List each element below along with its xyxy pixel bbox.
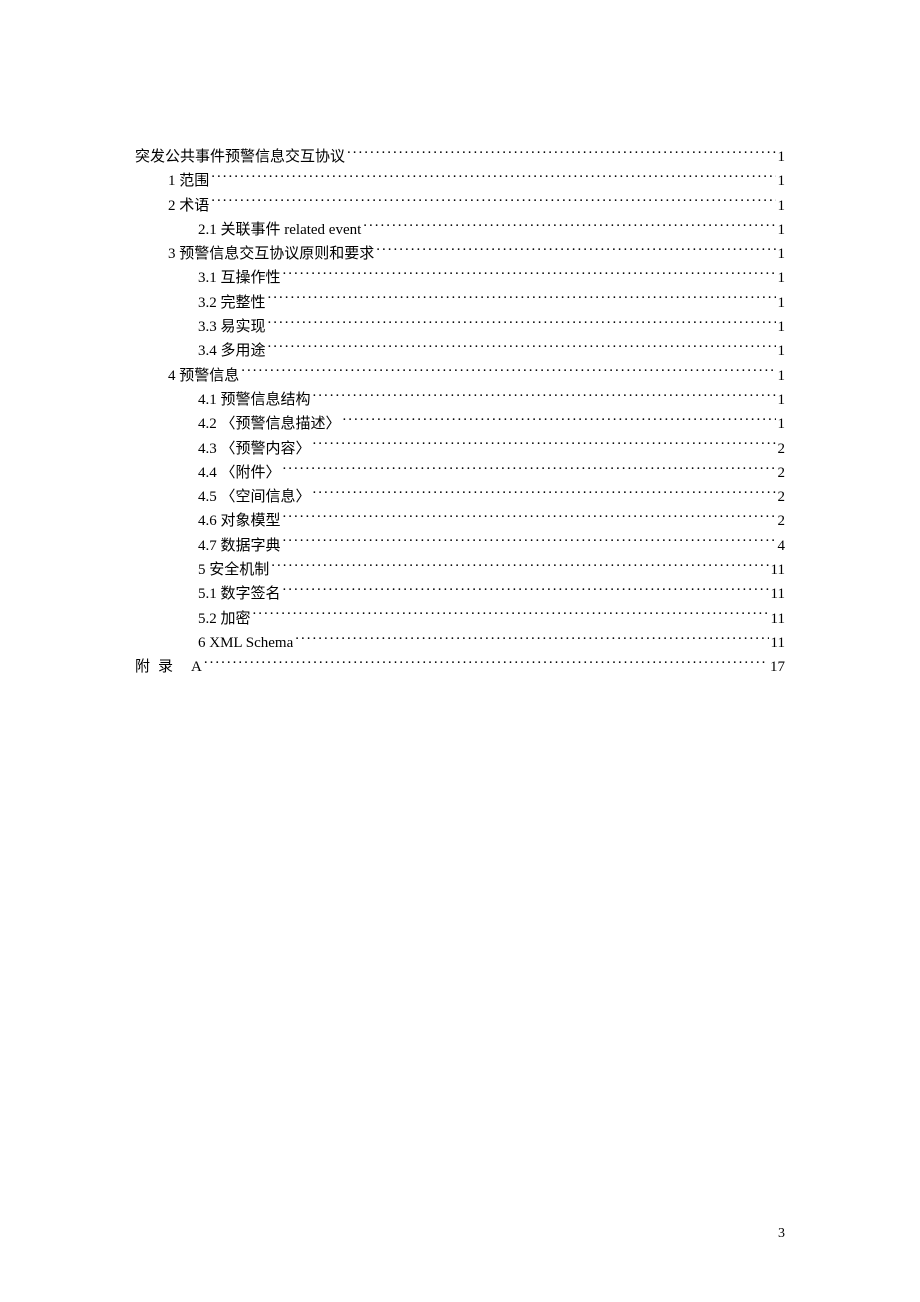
toc-leader-dots (204, 656, 768, 671)
page-number: 3 (778, 1226, 785, 1242)
toc-leader-dots (376, 243, 775, 258)
toc-entry-page: 1 (778, 266, 786, 290)
toc-entry-page: 1 (778, 339, 786, 363)
appendix-prefix: 附录 (135, 655, 181, 679)
toc-entry-label: 4.6 对象模型 (198, 509, 281, 533)
table-of-contents: 突发公共事件预警信息交互协议 1 1 范围 12 术语 12.1 关联事件 re… (135, 145, 785, 680)
toc-entry: 4.3 〈预警内容〉 2 (135, 437, 785, 461)
toc-entry-page: 11 (771, 607, 785, 631)
toc-entry-page: 1 (778, 194, 786, 218)
toc-entry-page: 2 (778, 509, 786, 533)
toc-leader-dots (268, 340, 776, 355)
toc-entry: 3.1 互操作性 1 (135, 266, 785, 290)
toc-entry: 4.6 对象模型 2 (135, 509, 785, 533)
toc-leader-dots (313, 438, 776, 453)
toc-leader-dots (313, 389, 776, 404)
toc-entry-label: 4.2 〈预警信息描述〉 (198, 412, 341, 436)
toc-entry-label: 3 预警信息交互协议原则和要求 (168, 242, 374, 266)
toc-leader-dots (295, 632, 768, 647)
toc-entry: 5.2 加密 11 (135, 607, 785, 631)
toc-entry-page: 1 (778, 242, 786, 266)
toc-entry: 5.1 数字签名 11 (135, 582, 785, 606)
toc-entry-page: 1 (778, 218, 786, 242)
toc-entry: 4.5 〈空间信息〉 2 (135, 485, 785, 509)
toc-leader-dots (313, 486, 776, 501)
toc-entry-page: 11 (771, 582, 785, 606)
toc-entry: 2.1 关联事件 related event 1 (135, 218, 785, 242)
toc-entry-label: 4.4 〈附件〉 (198, 461, 281, 485)
toc-leader-dots (241, 365, 775, 380)
toc-entry-page: 11 (771, 631, 785, 655)
toc-entry-label: 3.1 互操作性 (198, 266, 281, 290)
toc-entry-label: 6 XML Schema (198, 631, 293, 655)
toc-entry: 3.3 易实现 1 (135, 315, 785, 339)
toc-leader-dots (283, 510, 776, 525)
toc-entry-label: 4.1 预警信息结构 (198, 388, 311, 412)
toc-entry-label: 2.1 关联事件 related event (198, 218, 361, 242)
toc-leader-dots (343, 413, 776, 428)
toc-appendix-row: 附录 A 17 (135, 655, 785, 679)
toc-leader-dots (283, 535, 776, 550)
toc-title-label: 突发公共事件预警信息交互协议 (135, 145, 345, 169)
toc-entry-label: 5.1 数字签名 (198, 582, 281, 606)
toc-leader-dots (211, 170, 775, 185)
toc-leader-dots (347, 146, 775, 161)
toc-entry-label: 4.7 数据字典 (198, 534, 281, 558)
toc-entry-label: 4.3 〈预警内容〉 (198, 437, 311, 461)
toc-leader-dots (283, 462, 776, 477)
toc-entry: 3.2 完整性 1 (135, 291, 785, 315)
toc-entry-page: 1 (778, 388, 786, 412)
toc-entry: 2 术语 1 (135, 194, 785, 218)
toc-entry-label: 3.2 完整性 (198, 291, 266, 315)
toc-entry-page: 2 (778, 461, 786, 485)
toc-entry-label: 1 范围 (168, 169, 209, 193)
toc-entry-label: 2 术语 (168, 194, 209, 218)
toc-entry-label: 4 预警信息 (168, 364, 239, 388)
toc-entry: 6 XML Schema 11 (135, 631, 785, 655)
toc-leader-dots (271, 559, 768, 574)
toc-entry: 3.4 多用途 1 (135, 339, 785, 363)
toc-leader-dots (268, 292, 776, 307)
toc-leader-dots (268, 316, 776, 331)
toc-entry-page: 2 (778, 485, 786, 509)
toc-leader-dots (283, 583, 769, 598)
toc-entry: 4 预警信息 1 (135, 364, 785, 388)
toc-entry-label: 3.3 易实现 (198, 315, 266, 339)
toc-entry-page: 4 (778, 534, 786, 558)
toc-leader-dots (283, 267, 776, 282)
toc-entry-label: 5.2 加密 (198, 607, 251, 631)
toc-entry-label: 3.4 多用途 (198, 339, 266, 363)
toc-entry: 4.1 预警信息结构 1 (135, 388, 785, 412)
appendix-page: 17 (770, 655, 785, 679)
toc-entry-page: 2 (778, 437, 786, 461)
toc-entry-page: 11 (771, 558, 785, 582)
toc-entry: 4.7 数据字典 4 (135, 534, 785, 558)
toc-entry-page: 1 (778, 364, 786, 388)
toc-entry: 1 范围 1 (135, 169, 785, 193)
toc-entry: 4.2 〈预警信息描述〉 1 (135, 412, 785, 436)
toc-leader-dots (211, 195, 775, 210)
toc-leader-dots (253, 608, 769, 623)
toc-entry-label: 4.5 〈空间信息〉 (198, 485, 311, 509)
toc-entry-page: 1 (778, 169, 786, 193)
toc-entry-page: 1 (778, 291, 786, 315)
toc-entry: 5 安全机制 11 (135, 558, 785, 582)
toc-title-page: 1 (778, 145, 786, 169)
toc-entry: 4.4 〈附件〉 2 (135, 461, 785, 485)
toc-title-row: 突发公共事件预警信息交互协议 1 (135, 145, 785, 169)
appendix-label: A (191, 655, 202, 679)
toc-entry-page: 1 (778, 315, 786, 339)
toc-entry-page: 1 (778, 412, 786, 436)
toc-leader-dots (363, 219, 775, 234)
toc-entry-label: 5 安全机制 (198, 558, 269, 582)
toc-entry: 3 预警信息交互协议原则和要求 1 (135, 242, 785, 266)
